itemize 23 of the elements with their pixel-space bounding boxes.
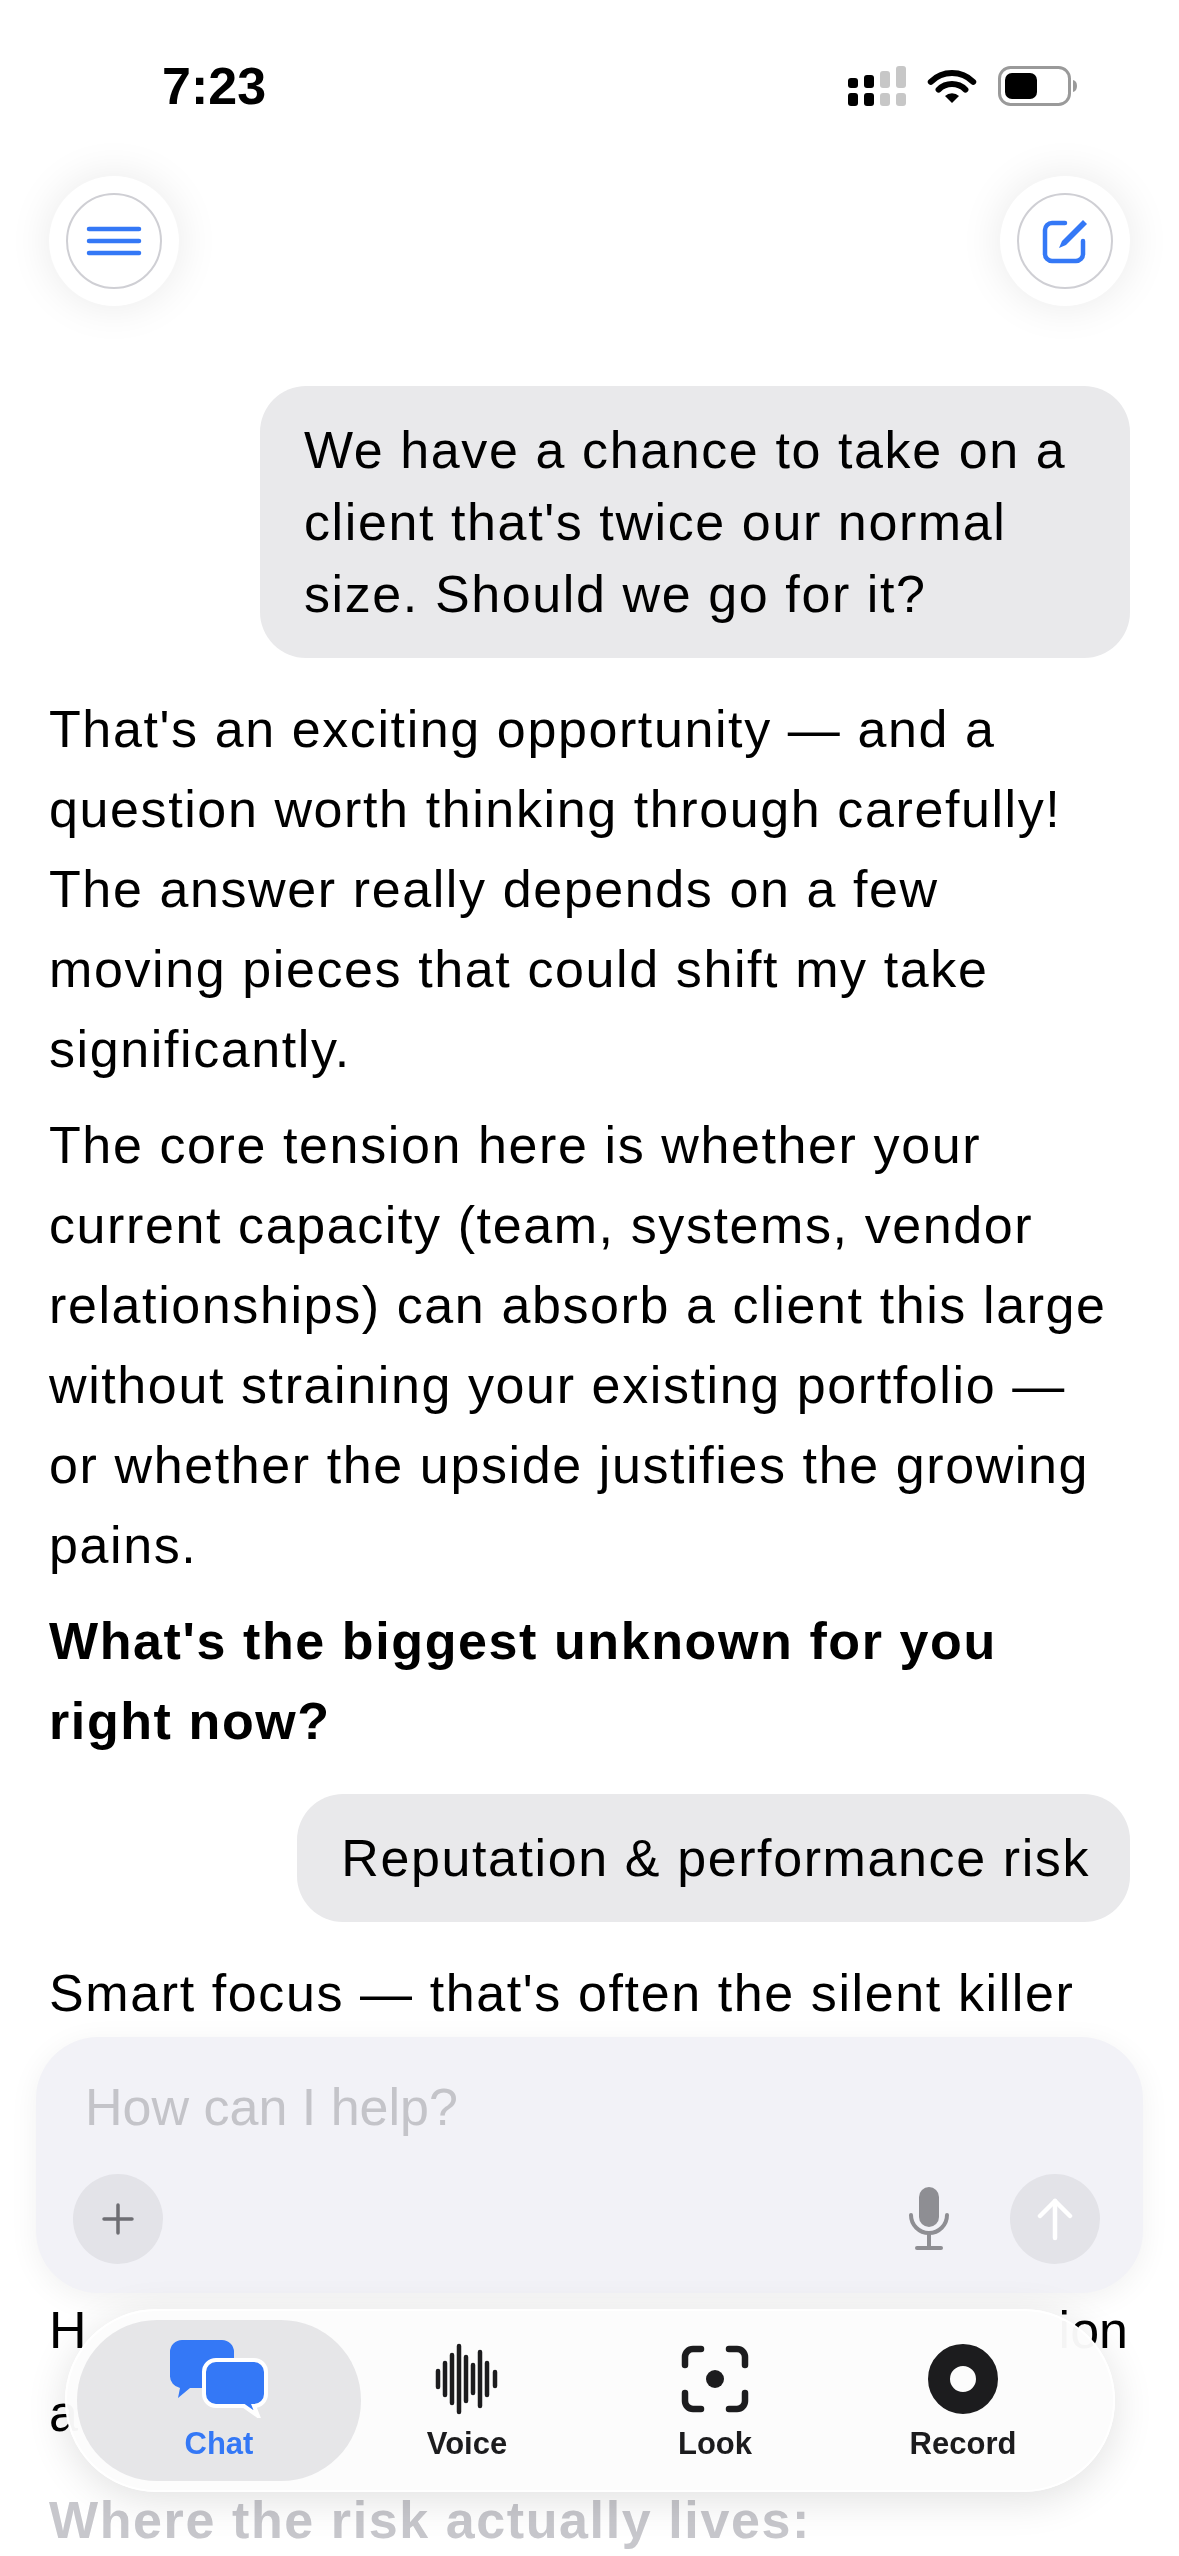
wifi-icon — [926, 67, 978, 105]
partial-text: ion — [1058, 2300, 1128, 2360]
microphone-button[interactable] — [907, 2187, 951, 2251]
battery-icon — [998, 66, 1078, 106]
tab[interactable]: Voice — [377, 2320, 557, 2481]
tab[interactable]: Record — [873, 2320, 1053, 2481]
viewfinder-icon — [681, 2344, 749, 2413]
user-message: We have a chance to take on a client that's twice our normal size. Should we go for it? — [260, 386, 1130, 658]
chat-bubbles-icon — [170, 2339, 268, 2418]
microphone-icon — [907, 2187, 951, 2251]
faded-heading: Where the risk actually lives: — [49, 2493, 812, 2547]
menu-icon — [86, 226, 142, 256]
assistant-paragraph: Smart focus — that's often the silent killer — [49, 1963, 1076, 2024]
assistant-paragraph: The core tension here is whether your current capacity (team, systems, vendor relationships) can absorb a client this large without straining your existing portfolio — or whether the upside justifies the growing pains. — [49, 1115, 1108, 1576]
user-message: Reputation & performance risk — [297, 1794, 1130, 1922]
record-icon — [928, 2343, 998, 2414]
signal-icon — [848, 66, 906, 106]
tab[interactable]: Look — [625, 2320, 805, 2481]
status-time: 7:23 — [162, 56, 267, 116]
assistant-paragraph: What's the biggest unknown for you right now? — [49, 1611, 998, 1752]
assistant-paragraph: That's an exciting opportunity — and a question worth thinking through carefully! The answer really depends on a few moving pieces that could shift my take significantly. — [49, 699, 1063, 1080]
plus-icon — [102, 2203, 134, 2235]
waveform-icon — [435, 2342, 499, 2415]
